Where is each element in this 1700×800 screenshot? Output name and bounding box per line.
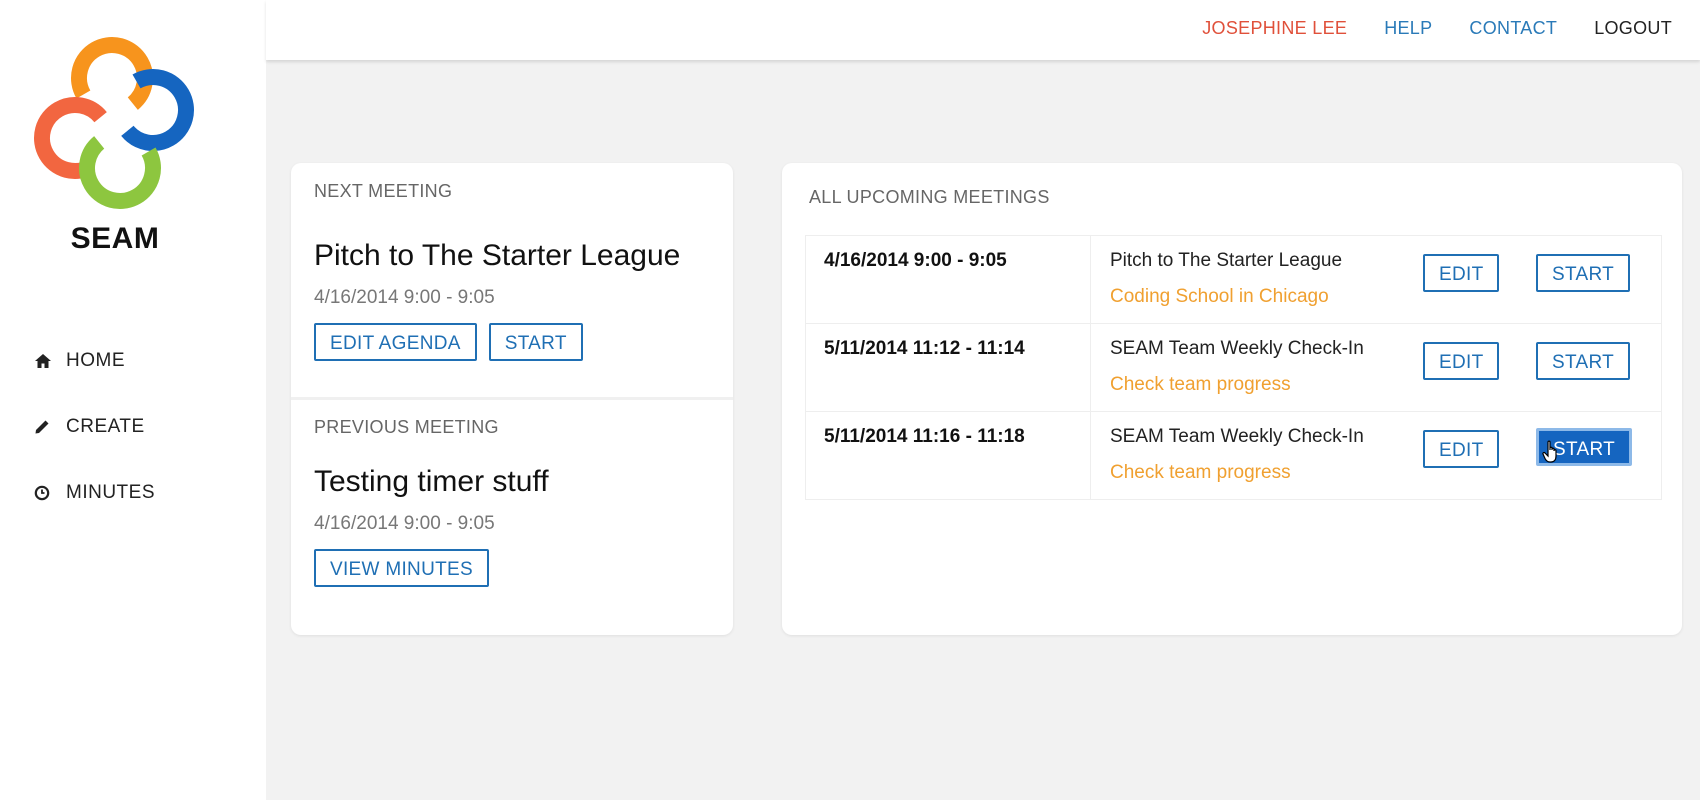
- contact-link[interactable]: CONTACT: [1469, 18, 1557, 39]
- sidebar-item-label: CREATE: [66, 416, 145, 437]
- edit-agenda-button[interactable]: EDIT AGENDA: [314, 323, 477, 361]
- meeting-name: SEAM Team Weekly Check-In: [1110, 426, 1364, 447]
- upcoming-meetings-heading: ALL UPCOMING MEETINGS: [809, 187, 1050, 207]
- meeting-datetime: 5/11/2014 11:12 - 11:14: [824, 338, 1025, 359]
- meeting-name: SEAM Team Weekly Check-In: [1110, 338, 1364, 359]
- meeting-datetime: 5/11/2014 11:16 - 11:18: [824, 426, 1025, 447]
- table-row: 5/11/2014 11:12 - 11:14 SEAM Team Weekly…: [806, 324, 1661, 412]
- sidebar-item-create[interactable]: CREATE: [34, 394, 155, 460]
- clock-icon: [34, 485, 66, 501]
- meeting-description: Coding School in Chicago: [1110, 286, 1329, 307]
- previous-meeting-date: 4/16/2014 9:00 - 9:05: [314, 513, 495, 534]
- edit-meeting-button[interactable]: EDIT: [1423, 254, 1500, 292]
- upcoming-meetings-table: 4/16/2014 9:00 - 9:05 Pitch to The Start…: [805, 235, 1662, 500]
- hand-cursor-icon: [1542, 440, 1557, 463]
- upcoming-meetings-card: ALL UPCOMING MEETINGS 4/16/2014 9:00 - 9…: [782, 163, 1682, 635]
- column-divider: [1090, 412, 1091, 499]
- sidebar-item-label: MINUTES: [66, 482, 155, 503]
- top-bar: JOSEPHINE LEE HELP CONTACT LOGOUT: [266, 0, 1700, 60]
- next-meeting-title: Pitch to The Starter League: [314, 239, 681, 272]
- sidebar-nav: HOME CREATE MINUTES: [34, 328, 155, 526]
- meeting-summary-card: NEXT MEETING Pitch to The Starter League…: [291, 163, 733, 635]
- help-link[interactable]: HELP: [1384, 18, 1432, 39]
- sidebar-item-minutes[interactable]: MINUTES: [34, 460, 155, 526]
- sidebar-item-home[interactable]: HOME: [34, 328, 155, 394]
- seam-logo: [34, 37, 194, 209]
- brand-name: SEAM: [70, 222, 160, 255]
- pencil-icon: [34, 419, 66, 435]
- edit-meeting-button[interactable]: EDIT: [1423, 342, 1500, 380]
- card-divider: [291, 397, 733, 400]
- sidebar: SEAM HOME CREATE MINUTES: [0, 0, 266, 800]
- start-meeting-button[interactable]: START: [1536, 254, 1631, 292]
- home-icon: [34, 353, 66, 369]
- start-meeting-button[interactable]: START: [1536, 342, 1631, 380]
- user-name-link[interactable]: JOSEPHINE LEE: [1202, 18, 1347, 39]
- table-row: 4/16/2014 9:00 - 9:05 Pitch to The Start…: [806, 236, 1661, 324]
- column-divider: [1090, 236, 1091, 323]
- start-next-meeting-button[interactable]: START: [488, 323, 583, 361]
- meeting-name: Pitch to The Starter League: [1110, 250, 1343, 271]
- column-divider: [1090, 324, 1091, 411]
- logout-link[interactable]: LOGOUT: [1594, 18, 1672, 39]
- previous-meeting-heading: PREVIOUS MEETING: [314, 417, 499, 437]
- previous-meeting-title: Testing timer stuff: [314, 465, 549, 498]
- meeting-description: Check team progress: [1110, 374, 1291, 395]
- next-meeting-heading: NEXT MEETING: [314, 181, 453, 201]
- meeting-datetime: 4/16/2014 9:00 - 9:05: [824, 250, 1007, 271]
- meeting-description: Check team progress: [1110, 462, 1291, 483]
- next-meeting-date: 4/16/2014 9:00 - 9:05: [314, 287, 495, 308]
- edit-meeting-button[interactable]: EDIT: [1423, 430, 1500, 468]
- sidebar-item-label: HOME: [66, 350, 125, 371]
- table-row: 5/11/2014 11:16 - 11:18 SEAM Team Weekly…: [806, 412, 1661, 499]
- view-minutes-button[interactable]: VIEW MINUTES: [314, 549, 489, 587]
